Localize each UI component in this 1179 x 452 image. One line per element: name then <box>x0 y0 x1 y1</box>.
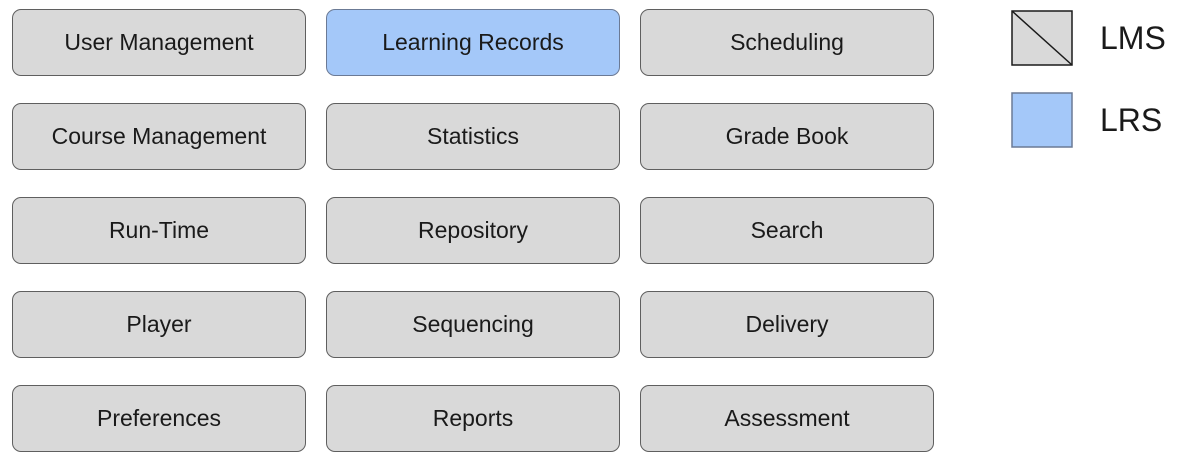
module-user-management: User Management <box>12 9 306 76</box>
module-grade-book: Grade Book <box>640 103 934 170</box>
legend-label-lms: LMS <box>1100 20 1166 56</box>
module-statistics: Statistics <box>326 103 620 170</box>
module-search: Search <box>640 197 934 264</box>
module-sequencing: Sequencing <box>326 291 620 358</box>
module-run-time: Run-Time <box>12 197 306 264</box>
module-assessment: Assessment <box>640 385 934 452</box>
module-grid: User Management Learning Records Schedul… <box>12 9 934 452</box>
module-scheduling: Scheduling <box>640 9 934 76</box>
module-reports: Reports <box>326 385 620 452</box>
lms-swatch <box>1011 10 1073 66</box>
module-learning-records: Learning Records <box>326 9 620 76</box>
lrs-swatch <box>1011 92 1073 148</box>
module-player: Player <box>12 291 306 358</box>
module-preferences: Preferences <box>12 385 306 452</box>
module-delivery: Delivery <box>640 291 934 358</box>
legend-item-lms: LMS <box>1011 10 1166 66</box>
module-course-management: Course Management <box>12 103 306 170</box>
module-repository: Repository <box>326 197 620 264</box>
legend-item-lrs: LRS <box>1011 92 1162 148</box>
legend-label-lrs: LRS <box>1100 102 1163 138</box>
